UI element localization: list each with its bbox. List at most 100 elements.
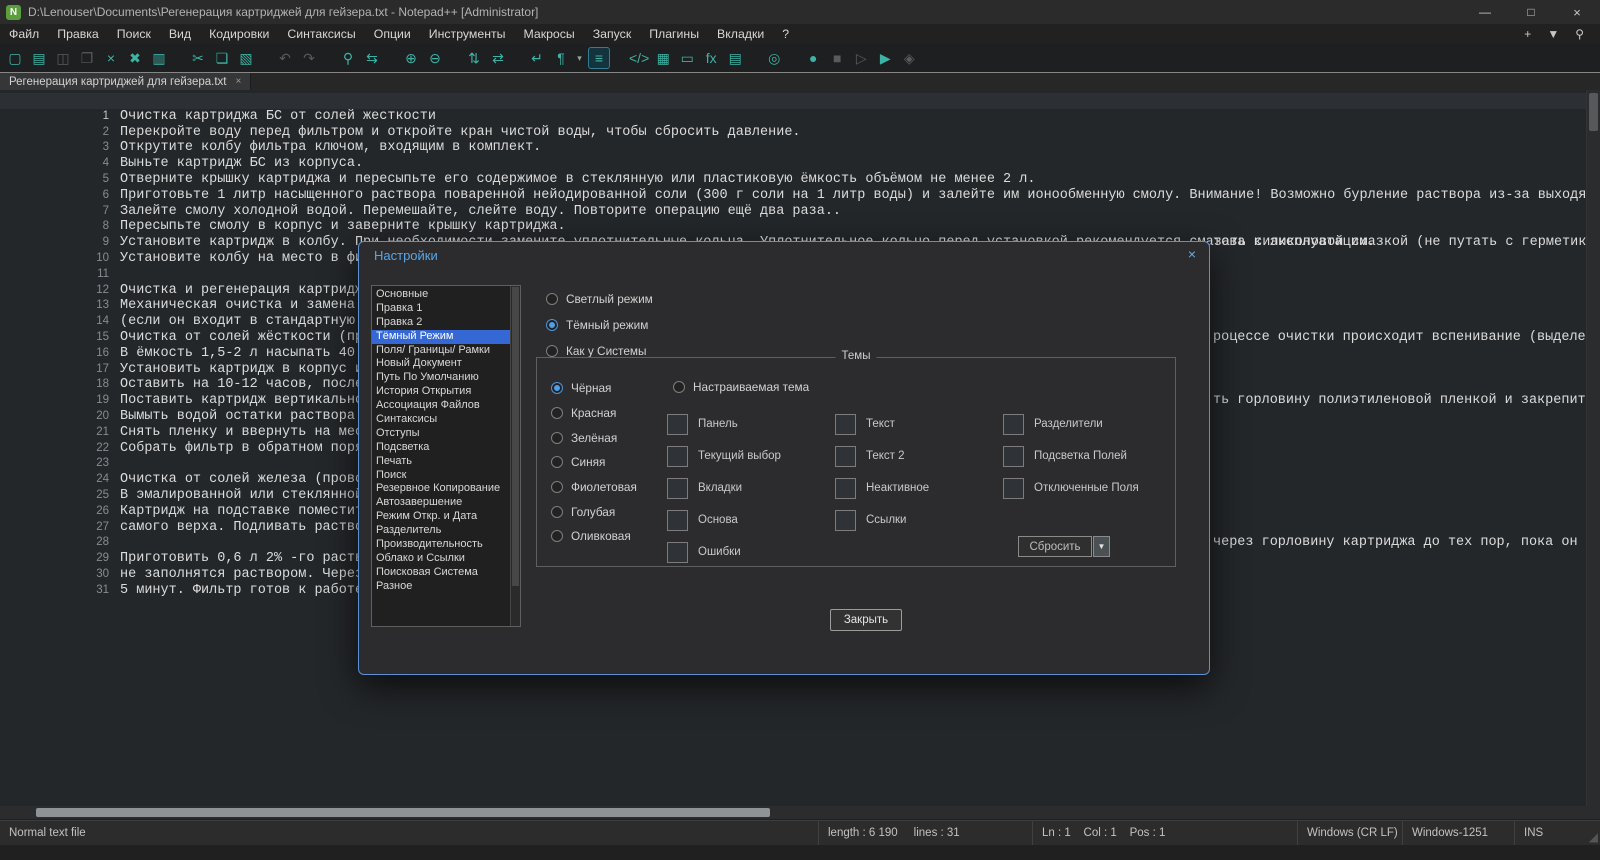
maximize-button[interactable]: □ bbox=[1508, 0, 1554, 24]
dialog-close-action-button[interactable]: Закрыть bbox=[830, 609, 902, 631]
status-eol-format[interactable]: Windows (CR LF) bbox=[1297, 821, 1402, 845]
color-swatch-button[interactable] bbox=[1003, 413, 1024, 435]
color-swatch-button[interactable] bbox=[835, 509, 856, 531]
color-swatch-button[interactable] bbox=[1003, 477, 1024, 499]
copy-icon[interactable]: ❏ bbox=[212, 48, 232, 68]
menu-edit[interactable]: Правка bbox=[48, 25, 108, 43]
tab-document[interactable]: Регенерация картриджей для гейзера.txt × bbox=[0, 73, 252, 90]
status-encoding[interactable]: Windows-1251 bbox=[1402, 821, 1514, 845]
settings-category-item[interactable]: История Открытия bbox=[372, 385, 520, 399]
redo-icon[interactable]: ↷ bbox=[299, 48, 319, 68]
settings-category-item[interactable]: Путь По Умолчанию bbox=[372, 371, 520, 385]
color-swatch-button[interactable] bbox=[667, 413, 688, 435]
macro-record-icon[interactable]: ● bbox=[803, 48, 823, 68]
editor-line[interactable]: 8 Пересыпьте смолу в корпус и заверните к… bbox=[0, 204, 1600, 234]
color-swatch-button[interactable] bbox=[835, 477, 856, 499]
menu-file[interactable]: Файл bbox=[0, 25, 48, 43]
color-swatch-button[interactable] bbox=[1003, 445, 1024, 467]
menu-help[interactable]: ? bbox=[773, 25, 798, 43]
document-monitoring-icon[interactable]: ◎ bbox=[764, 48, 784, 68]
folder-as-workspace-icon[interactable]: ▤ bbox=[725, 48, 745, 68]
window-close-button[interactable]: × bbox=[1554, 0, 1600, 24]
save-all-icon[interactable]: ❐ bbox=[77, 48, 97, 68]
word-wrap-icon[interactable]: ↵ bbox=[527, 48, 547, 68]
horizontal-scrollbar[interactable] bbox=[0, 806, 1600, 819]
settings-category-item[interactable]: Производительность bbox=[372, 538, 520, 552]
open-file-icon[interactable]: ▤ bbox=[29, 48, 49, 68]
settings-category-item[interactable]: Автозавершение bbox=[372, 496, 520, 510]
settings-category-item[interactable]: Синтаксисы bbox=[372, 413, 520, 427]
menu-encoding[interactable]: Кодировки bbox=[200, 25, 278, 43]
settings-category-item[interactable]: Новый Документ bbox=[372, 357, 520, 371]
menu-settings[interactable]: Опции bbox=[365, 25, 420, 43]
search-tabs-button[interactable]: ⚲ bbox=[1575, 28, 1584, 40]
settings-category-item[interactable]: Тёмный Режим bbox=[372, 329, 520, 344]
color-swatch-button[interactable] bbox=[667, 445, 688, 467]
category-list-scrollbar[interactable] bbox=[510, 286, 520, 626]
resize-grip-icon[interactable]: ◢ bbox=[1574, 821, 1600, 845]
replace-icon[interactable]: ⇆ bbox=[362, 48, 382, 68]
color-swatch-button[interactable] bbox=[667, 477, 688, 499]
settings-category-item[interactable]: Подсветка bbox=[372, 441, 520, 455]
settings-category-item[interactable]: Поисковая Система bbox=[372, 566, 520, 580]
menu-language[interactable]: Синтаксисы bbox=[278, 25, 364, 43]
save-file-icon[interactable]: ◫ bbox=[53, 48, 73, 68]
mode-radio-option[interactable]: Тёмный режим bbox=[546, 312, 653, 338]
custom-theme-radio[interactable]: Настраиваемая тема bbox=[673, 380, 809, 394]
theme-radio-option[interactable]: Оливковая bbox=[551, 524, 637, 549]
color-swatch-button[interactable] bbox=[835, 445, 856, 467]
settings-category-item[interactable]: Режим Откр. и Дата bbox=[372, 510, 520, 524]
minimize-button[interactable]: — bbox=[1462, 0, 1508, 24]
sync-vertical-scroll-icon[interactable]: ⇅ bbox=[464, 48, 484, 68]
menu-plugins[interactable]: Плагины bbox=[640, 25, 708, 43]
settings-category-item[interactable]: Резервное Копирование bbox=[372, 482, 520, 496]
find-icon[interactable]: ⚲ bbox=[338, 48, 358, 68]
cut-icon[interactable]: ✂ bbox=[188, 48, 208, 68]
editor-line[interactable]: 3 Открутите колбу фильтра ключом, входящи… bbox=[0, 125, 1600, 155]
document-list-icon[interactable]: ▭ bbox=[677, 48, 697, 68]
settings-category-item[interactable]: Поиск bbox=[372, 469, 520, 483]
theme-radio-option[interactable]: Красная bbox=[551, 401, 637, 426]
theme-radio-option[interactable]: Чёрная bbox=[551, 376, 637, 401]
settings-category-item[interactable]: Разделитель bbox=[372, 524, 520, 538]
zoom-out-icon[interactable]: ⊖ bbox=[425, 48, 445, 68]
settings-category-item[interactable]: Облако и Ссылки bbox=[372, 552, 520, 566]
save-macro-icon[interactable]: ◈ bbox=[899, 48, 919, 68]
editor-line[interactable]: 2 Перекройте воду перед фильтром и открой… bbox=[0, 109, 1600, 140]
menu-search[interactable]: Поиск bbox=[108, 25, 160, 43]
theme-radio-option[interactable]: Зелёная bbox=[551, 425, 637, 450]
new-tab-button[interactable]: + bbox=[1524, 28, 1531, 40]
settings-category-item[interactable]: Ассоциация Файлов bbox=[372, 399, 520, 413]
settings-category-item[interactable]: Отступы bbox=[372, 427, 520, 441]
document-map-icon[interactable]: ▦ bbox=[653, 48, 673, 68]
color-swatch-button[interactable] bbox=[835, 413, 856, 435]
vertical-scrollbar[interactable] bbox=[1586, 90, 1600, 806]
menu-tools[interactable]: Инструменты bbox=[420, 25, 515, 43]
horizontal-scrollbar-thumb[interactable] bbox=[36, 808, 770, 817]
vertical-scrollbar-thumb[interactable] bbox=[1589, 93, 1598, 131]
reset-button[interactable]: Сбросить bbox=[1018, 536, 1092, 557]
editor-line[interactable]: 5 Отверните крышку картриджа и пересыпьте… bbox=[0, 156, 1600, 187]
user-defined-language-icon[interactable]: </> bbox=[629, 48, 649, 68]
settings-category-item[interactable]: Основные bbox=[372, 288, 520, 302]
category-list-scrollbar-thumb[interactable] bbox=[512, 287, 519, 587]
editor-line[interactable]: 9Установите картридж в колбу. При необхо… bbox=[0, 219, 1600, 250]
sync-horizontal-scroll-icon[interactable]: ⇄ bbox=[488, 48, 508, 68]
editor-line[interactable]: 4 Выньте картридж БС из корпуса. bbox=[0, 140, 1600, 171]
theme-radio-option[interactable]: Синяя bbox=[551, 450, 637, 475]
zoom-in-icon[interactable]: ⊕ bbox=[401, 48, 421, 68]
status-insert-mode[interactable]: INS bbox=[1514, 821, 1574, 845]
close-all-icon[interactable]: ✖ bbox=[125, 48, 145, 68]
tab-close-icon[interactable]: × bbox=[235, 76, 241, 87]
menu-run[interactable]: Запуск bbox=[584, 25, 640, 43]
dialog-close-icon[interactable]: × bbox=[1188, 246, 1196, 262]
show-all-characters-dropdown-icon[interactable]: ▾ bbox=[575, 48, 584, 68]
reset-dropdown-button[interactable]: ▼ bbox=[1093, 536, 1110, 557]
editor-line[interactable]: 7 Залейте смолу холодной водой. Перемешай… bbox=[0, 188, 1600, 219]
new-file-icon[interactable]: ▢ bbox=[5, 48, 25, 68]
settings-category-item[interactable]: Печать bbox=[372, 455, 520, 469]
menu-tabs[interactable]: Вкладки bbox=[708, 25, 773, 43]
settings-category-item[interactable]: Поля/ Границы/ Рамки bbox=[372, 344, 520, 358]
theme-radio-option[interactable]: Голубая bbox=[551, 499, 637, 524]
color-swatch-button[interactable] bbox=[667, 541, 688, 563]
